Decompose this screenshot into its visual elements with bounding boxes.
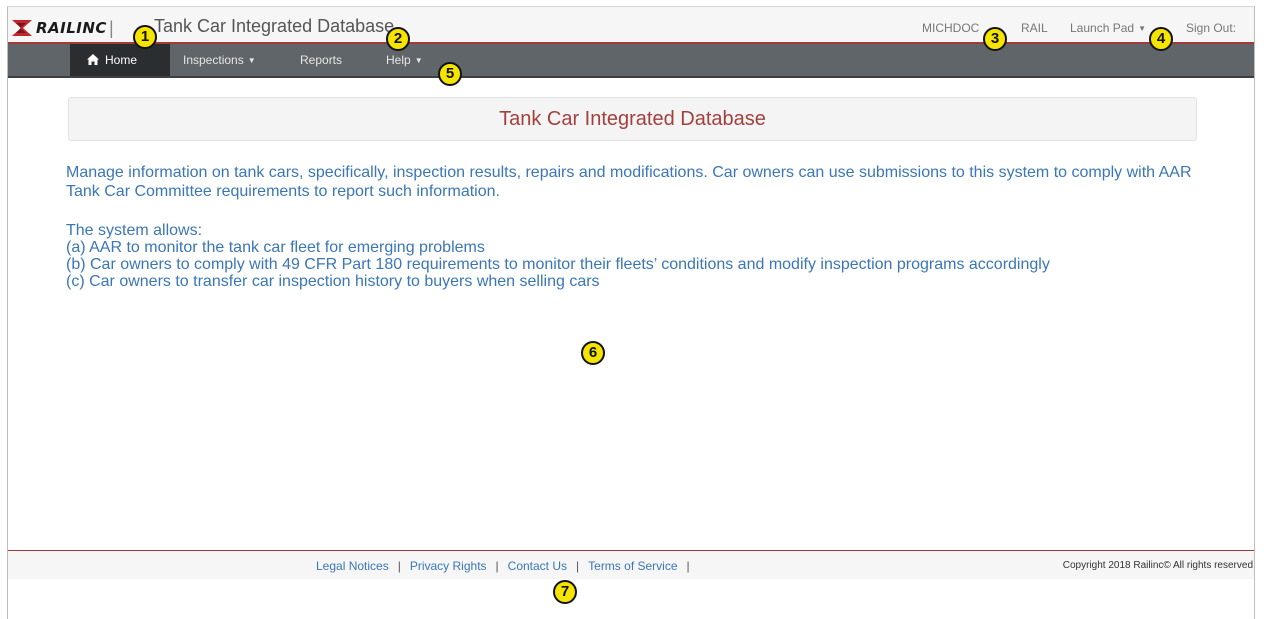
footer-divider: | xyxy=(686,559,690,573)
railinc-logo[interactable]: RAILINC | xyxy=(12,16,117,40)
footer-link-legal-notices[interactable]: Legal Notices xyxy=(316,559,389,573)
railinc-logo-mark-icon xyxy=(12,18,34,38)
footer-link-privacy-rights[interactable]: Privacy Rights xyxy=(410,559,487,573)
footer-divider: | xyxy=(495,559,499,573)
footer-links: Legal Notices | Privacy Rights | Contact… xyxy=(316,559,699,573)
nav-home[interactable]: Home xyxy=(70,44,170,76)
page-banner: Tank Car Integrated Database xyxy=(68,97,1197,141)
callout-marker: 1 xyxy=(133,25,157,49)
footer-link-terms-of-service[interactable]: Terms of Service xyxy=(588,559,677,573)
footer-divider: | xyxy=(576,559,580,573)
allows-item: (b) Car owners to comply with 49 CFR Par… xyxy=(66,256,1050,273)
callout-marker: 7 xyxy=(553,580,577,604)
launch-pad-menu[interactable]: Launch Pad ▼ xyxy=(1070,21,1146,35)
callout-marker: 6 xyxy=(581,341,605,365)
app-window: RAILINC | Tank Car Integrated Database M… xyxy=(7,6,1255,619)
caret-down-icon: ▼ xyxy=(247,56,256,65)
callout-marker: 5 xyxy=(438,62,462,86)
footer-divider: | xyxy=(397,559,401,573)
copyright-text: Copyright 2018 Railinc© All rights reser… xyxy=(1062,560,1253,571)
nav-help-label: Help xyxy=(386,53,411,67)
nav-inspections[interactable]: Inspections ▼ xyxy=(183,44,256,76)
footer-link-contact-us[interactable]: Contact Us xyxy=(508,559,567,573)
callout-marker: 2 xyxy=(386,27,410,51)
sign-out-link[interactable]: Sign Out: xyxy=(1186,21,1236,35)
home-icon xyxy=(87,45,99,65)
caret-down-icon: ▼ xyxy=(414,56,423,65)
intro-description: Manage information on tank cars, specifi… xyxy=(66,164,1192,200)
nav-home-label: Home xyxy=(105,53,138,67)
top-header: RAILINC | Tank Car Integrated Database M… xyxy=(8,7,1254,44)
nav-reports-label: Reports xyxy=(300,53,343,67)
callout-marker: 3 xyxy=(983,27,1007,51)
allows-heading: The system allows: xyxy=(66,222,203,239)
callout-marker: 4 xyxy=(1149,27,1173,51)
logo-divider: | xyxy=(108,17,114,38)
user-id: MICHDOC xyxy=(922,21,980,35)
page-footer: Legal Notices | Privacy Rights | Contact… xyxy=(8,550,1254,579)
app-title: Tank Car Integrated Database xyxy=(154,16,395,36)
system-allows-list: The system allows: (a) AAR to monitor th… xyxy=(66,222,1226,290)
company-id: RAIL xyxy=(1021,21,1048,35)
allows-item: (a) AAR to monitor the tank car fleet fo… xyxy=(66,239,485,256)
nav-reports[interactable]: Reports xyxy=(300,44,342,76)
main-navbar: Home Inspections ▼ Reports Help ▼ xyxy=(8,44,1254,78)
allows-item: (c) Car owners to transfer car inspectio… xyxy=(66,273,600,290)
nav-inspections-label: Inspections xyxy=(183,53,244,67)
launch-pad-label: Launch Pad xyxy=(1070,21,1135,35)
caret-down-icon: ▼ xyxy=(1138,24,1146,33)
logo-text: RAILINC xyxy=(36,19,107,37)
